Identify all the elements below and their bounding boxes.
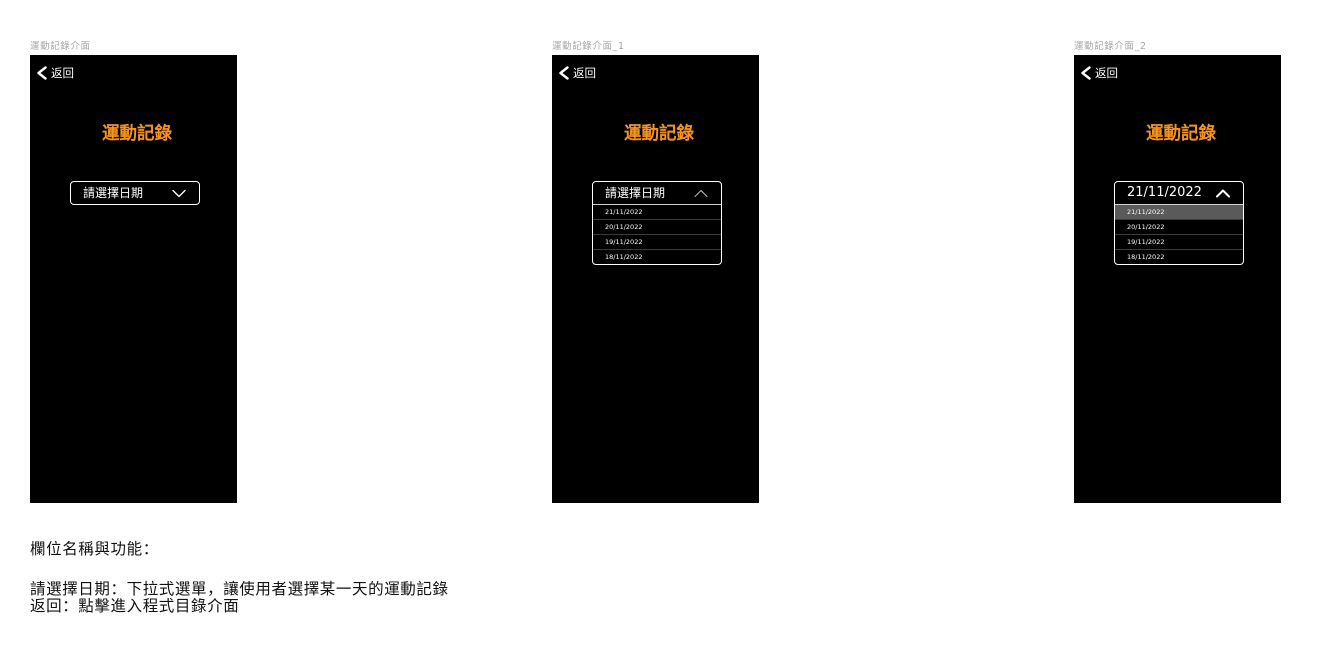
- date-dropdown-value: 請選擇日期: [83, 186, 144, 200]
- dropdown-option[interactable]: 18/11/2022: [1115, 249, 1243, 264]
- back-label: 返回: [573, 66, 596, 80]
- dropdown-option[interactable]: 19/11/2022: [1115, 234, 1243, 249]
- page-title: 運動記錄: [102, 124, 172, 144]
- dropdown-option[interactable]: 20/11/2022: [593, 219, 721, 234]
- page-title: 運動記錄: [1146, 124, 1216, 144]
- notes-line: 返回：點擊進入程式目錄介面: [30, 597, 240, 615]
- screen-exercise-record-date-selected: 返回 運動記錄 21/11/2022 21/11/2022 20/11/2022 1…: [1074, 55, 1281, 503]
- date-dropdown-toggle[interactable]: 21/11/2022: [1115, 182, 1243, 204]
- back-button[interactable]: 返回: [36, 64, 74, 82]
- dropdown-option[interactable]: 21/11/2022: [593, 204, 721, 219]
- date-dropdown-value: 請選擇日期: [605, 186, 666, 200]
- design-canvas: 運動記錄介面 返回 運動記錄 請選擇日期 運動記錄介面_1 返回 運動記錄 請選…: [0, 0, 1342, 646]
- chevron-left-icon: [1080, 66, 1091, 80]
- chevron-up-icon: [694, 189, 708, 198]
- back-button[interactable]: 返回: [1080, 64, 1118, 82]
- back-button[interactable]: 返回: [558, 64, 596, 82]
- page-title: 運動記錄: [624, 124, 694, 144]
- screen-exercise-record-dropdown-open: 返回 運動記錄 請選擇日期 21/11/2022 20/11/2022 19/11/…: [552, 55, 759, 503]
- chevron-up-icon: [1216, 189, 1230, 198]
- dropdown-option[interactable]: 21/11/2022: [1115, 204, 1243, 219]
- date-dropdown[interactable]: 請選擇日期: [70, 181, 200, 205]
- notes-heading: 欄位名稱與功能：: [30, 540, 159, 558]
- date-dropdown-toggle[interactable]: 請選擇日期: [71, 182, 199, 204]
- screen-frame-label: 運動記錄介面: [30, 41, 91, 52]
- back-label: 返回: [1095, 66, 1118, 80]
- dropdown-option[interactable]: 19/11/2022: [593, 234, 721, 249]
- notes-line: 請選擇日期：下拉式選單，讓使用者選擇某一天的運動記錄: [30, 580, 449, 598]
- screen-frame-label: 運動記錄介面_1: [552, 41, 625, 52]
- screen-exercise-record: 返回 運動記錄 請選擇日期: [30, 55, 237, 503]
- date-dropdown-options: 21/11/2022 20/11/2022 19/11/2022 18/11/2022: [593, 204, 721, 264]
- chevron-left-icon: [558, 66, 569, 80]
- screen-frame-label: 運動記錄介面_2: [1074, 41, 1147, 52]
- date-dropdown-value: 21/11/2022: [1127, 185, 1202, 200]
- chevron-down-icon: [172, 189, 186, 198]
- date-dropdown-toggle[interactable]: 請選擇日期: [593, 182, 721, 204]
- date-dropdown[interactable]: 21/11/2022 21/11/2022 20/11/2022 19/11/202…: [1114, 181, 1244, 265]
- chevron-left-icon: [36, 66, 47, 80]
- dropdown-option[interactable]: 18/11/2022: [593, 249, 721, 264]
- dropdown-option[interactable]: 20/11/2022: [1115, 219, 1243, 234]
- back-label: 返回: [51, 66, 74, 80]
- date-dropdown[interactable]: 請選擇日期 21/11/2022 20/11/2022 19/11/2022 18/1…: [592, 181, 722, 265]
- date-dropdown-options: 21/11/2022 20/11/2022 19/11/2022 18/11/2022: [1115, 204, 1243, 264]
